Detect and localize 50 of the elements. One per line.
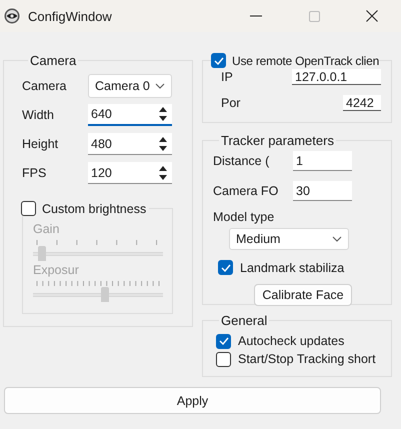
check-icon xyxy=(220,264,230,272)
minimize-icon xyxy=(250,15,262,17)
input-field[interactable]: 1 xyxy=(293,151,352,171)
checkbox[interactable] xyxy=(216,352,231,366)
field-label: Por xyxy=(221,96,240,110)
window-title: ConfigWindow xyxy=(28,8,113,24)
spin-box[interactable]: 640 xyxy=(88,104,172,126)
spin-arrows-icon xyxy=(157,105,169,123)
group-title: General xyxy=(221,313,268,328)
eye-icon xyxy=(4,8,20,24)
input-field[interactable]: 30 xyxy=(293,181,352,201)
checkbox[interactable] xyxy=(216,334,231,348)
field-label: Model type xyxy=(213,210,276,224)
checkbox[interactable] xyxy=(218,260,233,275)
slider-label: Gain xyxy=(33,222,60,236)
field-label: Distance ( xyxy=(213,154,270,168)
dropdown-value: Camera 0 xyxy=(95,79,150,93)
check-icon xyxy=(214,56,224,64)
maximize-icon xyxy=(308,10,320,22)
field-label: Camera xyxy=(22,79,68,93)
apply-button[interactable]: Apply xyxy=(4,387,381,414)
close-icon xyxy=(366,10,378,22)
checkbox[interactable] xyxy=(211,53,226,68)
field-label: Width xyxy=(22,108,55,122)
field-label: Camera FO xyxy=(213,184,280,198)
spin-arrows-icon xyxy=(157,134,169,152)
checkbox-label: Landmark stabiliza xyxy=(240,260,344,274)
spin-box[interactable]: 480 xyxy=(88,133,172,155)
chevron-icon xyxy=(155,83,165,89)
camera-dropdown[interactable]: Camera 0 xyxy=(88,74,172,98)
slider-label: Exposur xyxy=(33,263,80,277)
checkbox-label: Custom brightness xyxy=(42,202,146,216)
field-label: Height xyxy=(22,137,60,151)
checkbox[interactable] xyxy=(21,201,36,216)
field-label: FPS xyxy=(22,166,48,180)
check-icon xyxy=(218,337,228,345)
checkbox-label: Start/Stop Tracking short xyxy=(238,352,376,366)
calibrate-button[interactable]: Calibrate Face xyxy=(254,284,352,306)
checkbox-label: Use remote OpenTrack clien xyxy=(232,54,380,68)
chevron-icon xyxy=(332,236,342,242)
dropdown-value: Medium xyxy=(236,232,280,246)
group-title: Camera xyxy=(30,53,76,68)
input-field[interactable]: 4242 xyxy=(343,95,381,111)
group-title: Tracker parameters xyxy=(221,133,334,148)
input-field[interactable]: 127.0.0.1 xyxy=(292,69,381,85)
checkbox-label: Autocheck updates xyxy=(238,334,344,348)
spin-arrows-icon xyxy=(157,164,169,182)
field-label: IP xyxy=(221,70,233,84)
spin-box[interactable]: 120 xyxy=(88,162,172,184)
model-dropdown[interactable]: Medium xyxy=(229,228,349,250)
